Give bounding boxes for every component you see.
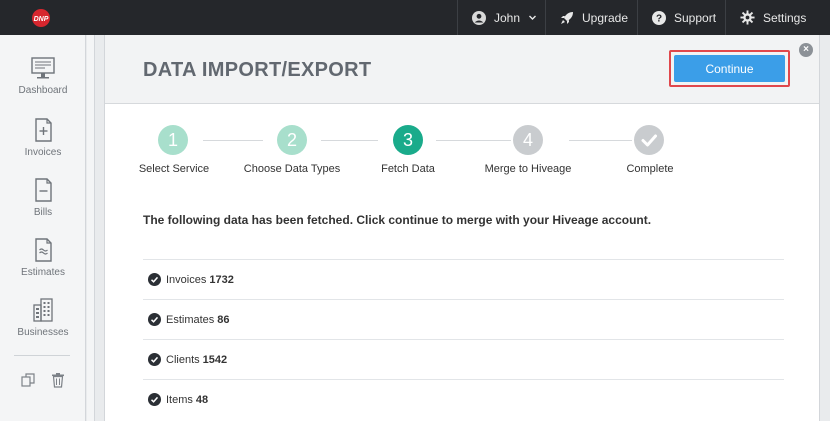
checkmark-icon (641, 134, 657, 147)
support-label: Support (674, 10, 717, 25)
step-label: Choose Data Types (243, 163, 341, 175)
step-connector (321, 140, 378, 141)
check-circle-icon (148, 273, 161, 286)
rocket-icon (561, 11, 573, 24)
item-label: Estimates (166, 313, 215, 326)
continue-button[interactable]: Continue (674, 55, 785, 82)
item-count: 48 (195, 393, 209, 406)
step-2-circle: 2 (277, 125, 307, 155)
estimate-icon (35, 238, 52, 262)
item-label: Invoices (166, 273, 207, 286)
sidebar: Dashboard Invoices Bills Estimates Busin… (0, 35, 86, 421)
sidebar-item-bills[interactable]: Bills (0, 177, 86, 218)
item-label: Items (166, 393, 193, 406)
list-item: Clients 1542 (143, 339, 784, 379)
step-label: Select Service (138, 163, 210, 175)
page-title: DATA IMPORT/EXPORT (143, 59, 372, 81)
top-navigation-bar: DNP John Upgrade ? Support Settings (0, 0, 830, 35)
item-count: 1542 (202, 353, 228, 366)
chevron-down-icon (529, 15, 537, 20)
step-1-circle: 1 (158, 125, 188, 155)
sidebar-item-label: Businesses (17, 327, 69, 338)
sidebar-item-label: Dashboard (18, 85, 68, 96)
sidebar-item-label: Invoices (24, 147, 62, 158)
help-icon: ? (652, 10, 666, 25)
modal-header: DATA IMPORT/EXPORT Continue × (105, 35, 819, 104)
fetched-data-list: Invoices 1732 Estimates 86 Clients 1542 … (143, 259, 784, 419)
user-name: John (494, 10, 521, 25)
progress-steps: 1 2 3 4 Select Service Choose Data Types… (105, 125, 819, 185)
step-connector (436, 140, 511, 141)
gear-icon (740, 10, 755, 25)
list-item: Items 48 (143, 379, 784, 419)
list-item: Invoices 1732 (143, 259, 784, 299)
item-count: 86 (217, 313, 230, 326)
sidebar-item-businesses[interactable]: Businesses (0, 297, 86, 338)
step-label: Merge to Hiveage (484, 163, 572, 175)
sidebar-item-dashboard[interactable]: Dashboard (0, 55, 86, 96)
check-circle-icon (148, 393, 161, 406)
step-label: Complete (626, 163, 674, 175)
fetch-status-message: The following data has been fetched. Cli… (143, 213, 652, 227)
check-circle-icon (148, 313, 161, 326)
step-connector (203, 140, 263, 141)
copy-icon[interactable] (20, 372, 36, 388)
continue-button-highlight: Continue (669, 50, 790, 87)
step-connector (569, 140, 632, 141)
invoice-icon (35, 118, 52, 142)
building-icon (33, 298, 53, 322)
background-panel-edge (87, 35, 95, 421)
trash-icon[interactable] (50, 372, 66, 388)
sidebar-item-label: Estimates (21, 267, 65, 278)
settings-link[interactable]: Settings (725, 0, 830, 35)
step-complete-circle (634, 125, 664, 155)
user-menu[interactable]: John (457, 0, 544, 35)
item-label: Clients (166, 353, 200, 366)
check-circle-icon (148, 353, 161, 366)
settings-label: Settings (763, 10, 807, 25)
monitor-icon (31, 57, 55, 79)
app-logo-icon[interactable]: DNP (30, 8, 52, 28)
svg-text:DNP: DNP (34, 16, 49, 23)
step-label: Fetch Data (381, 163, 435, 175)
support-link[interactable]: ? Support (637, 0, 725, 35)
upgrade-label: Upgrade (582, 10, 629, 25)
user-avatar-icon (472, 10, 486, 25)
import-export-modal: DATA IMPORT/EXPORT Continue × 1 2 3 4 Se… (104, 35, 820, 421)
sidebar-item-invoices[interactable]: Invoices (0, 117, 86, 158)
close-icon[interactable]: × (799, 43, 813, 57)
item-count: 1732 (209, 273, 234, 286)
sidebar-tools (0, 372, 86, 390)
sidebar-item-estimates[interactable]: Estimates (0, 237, 86, 278)
upgrade-link[interactable]: Upgrade (545, 0, 637, 35)
list-item: Estimates 86 (143, 299, 784, 339)
bill-icon (35, 178, 52, 202)
svg-text:?: ? (656, 13, 662, 24)
step-4-circle: 4 (513, 125, 543, 155)
sidebar-item-label: Bills (33, 207, 53, 218)
step-3-circle: 3 (393, 125, 423, 155)
sidebar-divider (14, 355, 70, 356)
